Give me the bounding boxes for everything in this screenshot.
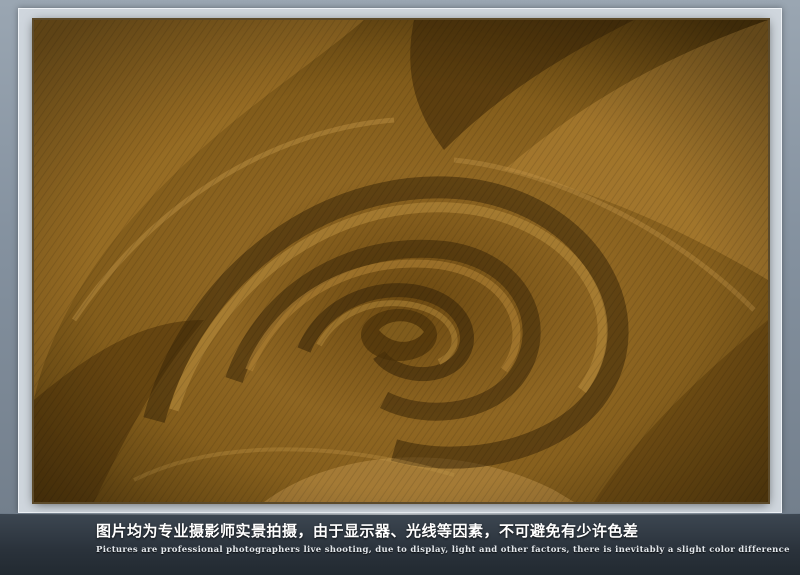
fabric-photo <box>34 20 768 502</box>
fabric-swirl-image <box>34 20 768 502</box>
caption-english: Pictures are professional photographers … <box>96 545 790 555</box>
caption-divider <box>0 513 800 515</box>
caption-chinese: 图片均为专业摄影师实景拍摄，由于显示器、光线等因素，不可避免有少许色差 <box>96 522 639 540</box>
